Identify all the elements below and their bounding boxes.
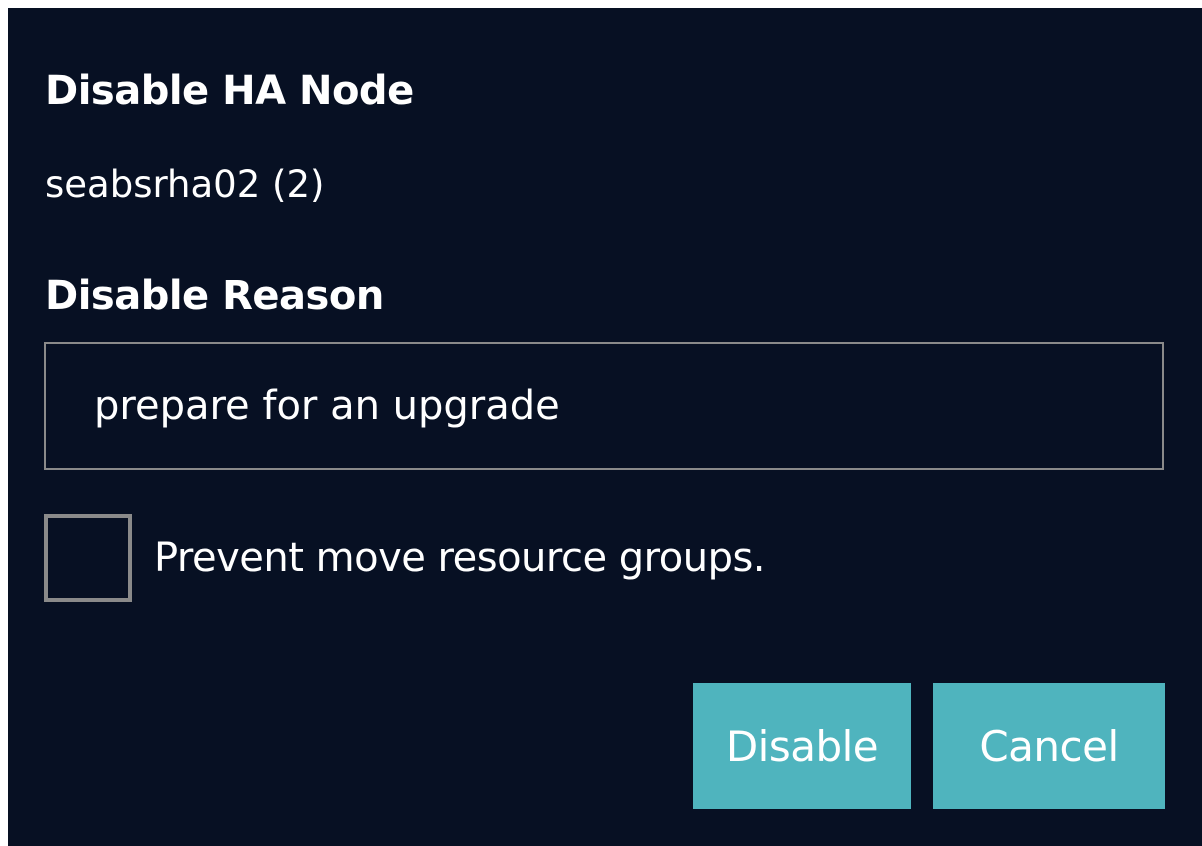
prevent-move-label: Prevent move resource groups. (154, 535, 766, 581)
disable-reason-input[interactable] (44, 342, 1164, 470)
disable-button[interactable]: Disable (693, 683, 911, 809)
disable-reason-label: Disable Reason (45, 273, 384, 319)
dialog-title: Disable HA Node (45, 68, 414, 114)
disable-ha-node-dialog: Disable HA Node seabsrha02 (2) Disable R… (8, 8, 1202, 846)
cancel-button[interactable]: Cancel (933, 683, 1165, 809)
prevent-move-option[interactable]: Prevent move resource groups. (44, 514, 766, 602)
prevent-move-checkbox[interactable] (44, 514, 132, 602)
node-name: seabsrha02 (2) (45, 163, 325, 206)
